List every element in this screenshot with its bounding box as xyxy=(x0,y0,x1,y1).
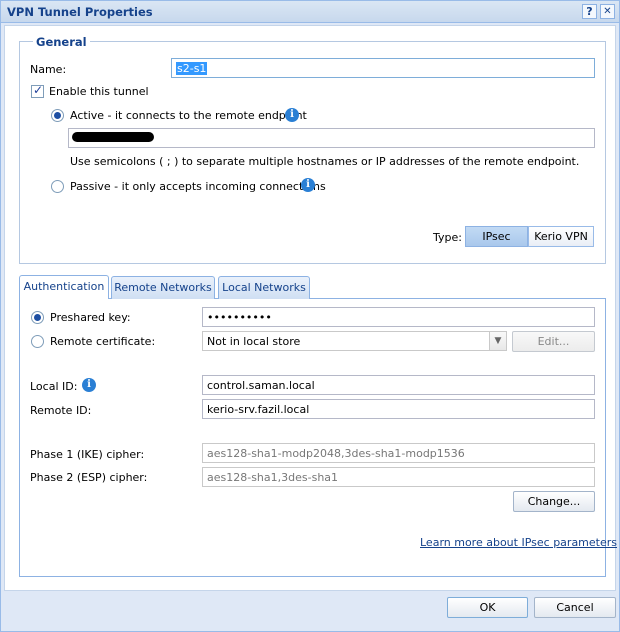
type-ipsec-button[interactable]: IPsec xyxy=(465,226,528,247)
preshared-key-radio[interactable] xyxy=(31,311,44,324)
local-id-label: Local ID: xyxy=(30,380,78,393)
phase2-cipher-value: aes128-sha1,3des-sha1 xyxy=(207,471,339,484)
type-label: Type: xyxy=(433,231,462,244)
tab-local-networks[interactable]: Local Networks xyxy=(218,276,310,299)
phase1-cipher-field: aes128-sha1-modp2048,3des-sha1-modp1536 xyxy=(202,443,595,463)
vpn-tunnel-dialog: VPN Tunnel Properties ? ✕ General Name: … xyxy=(0,0,620,632)
close-icon[interactable]: ✕ xyxy=(600,4,615,19)
phase2-cipher-field: aes128-sha1,3des-sha1 xyxy=(202,467,595,487)
local-id-info-icon[interactable]: i xyxy=(82,378,96,392)
cancel-button[interactable]: Cancel xyxy=(534,597,616,618)
dialog-title: VPN Tunnel Properties xyxy=(7,5,153,19)
remote-certificate-label: Remote certificate: xyxy=(50,335,156,348)
learn-more-ipsec-link[interactable]: Learn more about IPsec parameters xyxy=(420,536,617,549)
active-info-icon[interactable]: i xyxy=(285,108,299,122)
local-id-input[interactable]: control.saman.local xyxy=(202,375,595,395)
preshared-key-input[interactable]: •••••••••• xyxy=(202,307,595,327)
type-kerio-vpn-button[interactable]: Kerio VPN xyxy=(528,226,594,247)
local-id-value: control.saman.local xyxy=(207,379,315,392)
dialog-footer: OK Cancel xyxy=(1,591,619,631)
remote-id-value: kerio-srv.fazil.local xyxy=(207,403,310,416)
passive-radio[interactable] xyxy=(51,180,64,193)
preshared-key-value: •••••••••• xyxy=(207,311,272,324)
tab-authentication[interactable]: Authentication xyxy=(19,275,109,299)
help-icon[interactable]: ? xyxy=(582,4,597,19)
name-label: Name: xyxy=(30,63,67,76)
name-input[interactable]: s2-s1 xyxy=(171,58,595,78)
phase1-cipher-label: Phase 1 (IKE) cipher: xyxy=(30,448,145,461)
remote-certificate-select[interactable]: Not in local store ▼ xyxy=(202,331,507,351)
endpoint-hint: Use semicolons ( ; ) to separate multipl… xyxy=(70,155,580,168)
title-bar[interactable]: VPN Tunnel Properties ? ✕ xyxy=(1,1,619,23)
active-radio[interactable] xyxy=(51,109,64,122)
dialog-body: General Name: s2-s1 ✓ Enable this tunnel… xyxy=(4,25,617,591)
tab-remote-networks[interactable]: Remote Networks xyxy=(111,276,215,299)
check-icon: ✓ xyxy=(33,83,44,97)
edit-certificate-button[interactable]: Edit... xyxy=(512,331,595,352)
name-value: s2-s1 xyxy=(176,62,208,75)
preshared-key-label: Preshared key: xyxy=(50,311,131,324)
phase2-cipher-label: Phase 2 (ESP) cipher: xyxy=(30,471,148,484)
enable-tunnel-checkbox[interactable]: ✓ xyxy=(31,83,44,98)
chevron-down-icon[interactable]: ▼ xyxy=(489,332,506,350)
change-cipher-button[interactable]: Change... xyxy=(513,491,595,512)
remote-id-input[interactable]: kerio-srv.fazil.local xyxy=(202,399,595,419)
passive-info-icon[interactable]: i xyxy=(301,178,315,192)
enable-tunnel-label: Enable this tunnel xyxy=(49,85,149,98)
phase1-cipher-value: aes128-sha1-modp2048,3des-sha1-modp1536 xyxy=(207,447,465,460)
remote-certificate-radio[interactable] xyxy=(31,335,44,348)
ok-button[interactable]: OK xyxy=(447,597,528,618)
general-legend: General xyxy=(33,35,90,49)
redaction-mark xyxy=(72,132,154,142)
remote-id-label: Remote ID: xyxy=(30,404,92,417)
passive-label: Passive - it only accepts incoming conne… xyxy=(70,180,326,193)
active-label: Active - it connects to the remote endpo… xyxy=(70,109,307,122)
remote-certificate-value: Not in local store xyxy=(207,335,301,348)
